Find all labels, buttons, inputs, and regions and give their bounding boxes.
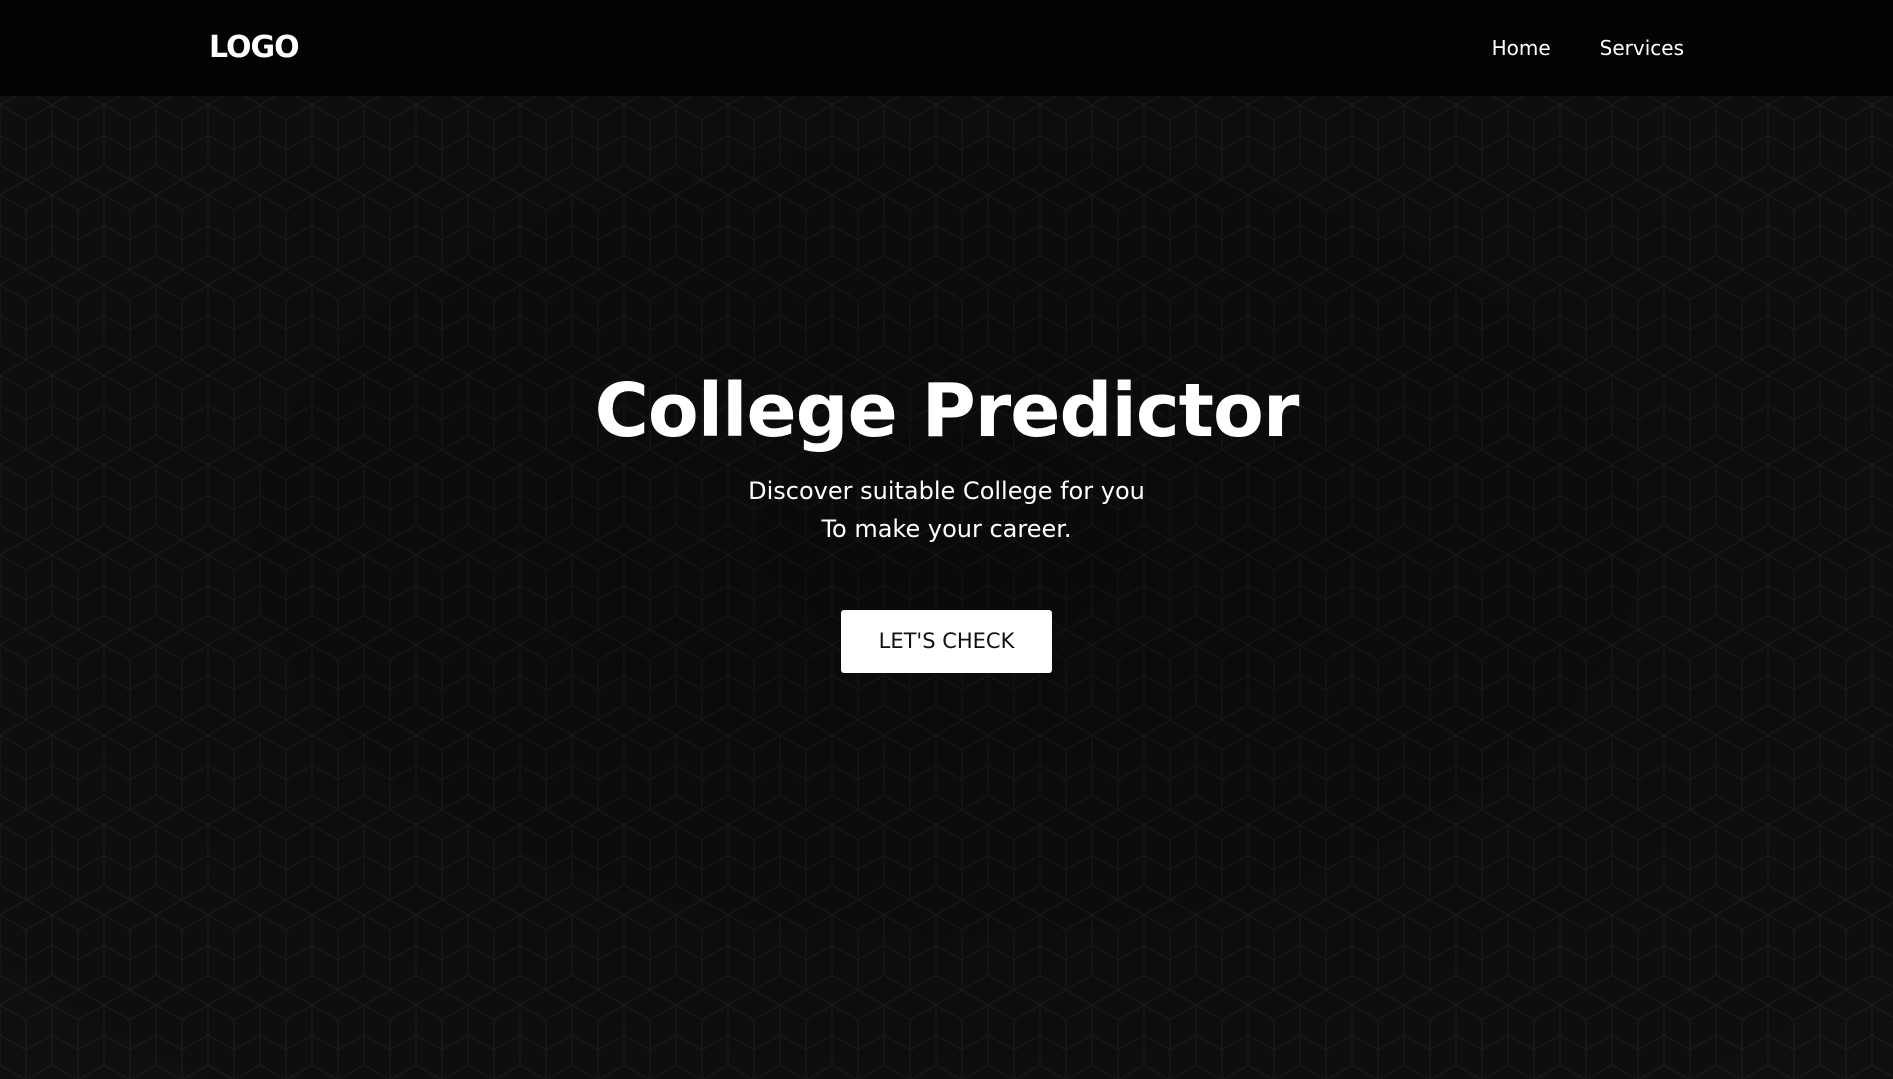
nav-link-services[interactable]: Services [1600, 34, 1684, 62]
hero-section: College Predictor Discover suitable Coll… [0, 356, 1893, 673]
nav-link-home[interactable]: Home [1492, 34, 1551, 62]
page: LOGO Home Services College Predictor Dis… [0, 0, 1893, 1079]
hero-subtitle-line-1: Discover suitable College for you [748, 477, 1145, 505]
hero-subtitle: Discover suitable College for you To mak… [0, 472, 1893, 548]
top-navigation-bar: LOGO Home Services [0, 0, 1893, 96]
hero-title: College Predictor [594, 368, 1300, 454]
hero-subtitle-line-2: To make your career. [821, 515, 1072, 543]
logo[interactable]: LOGO [209, 28, 300, 68]
lets-check-button[interactable]: LET'S CHECK [841, 610, 1052, 673]
main-nav: Home Services [1492, 34, 1684, 62]
